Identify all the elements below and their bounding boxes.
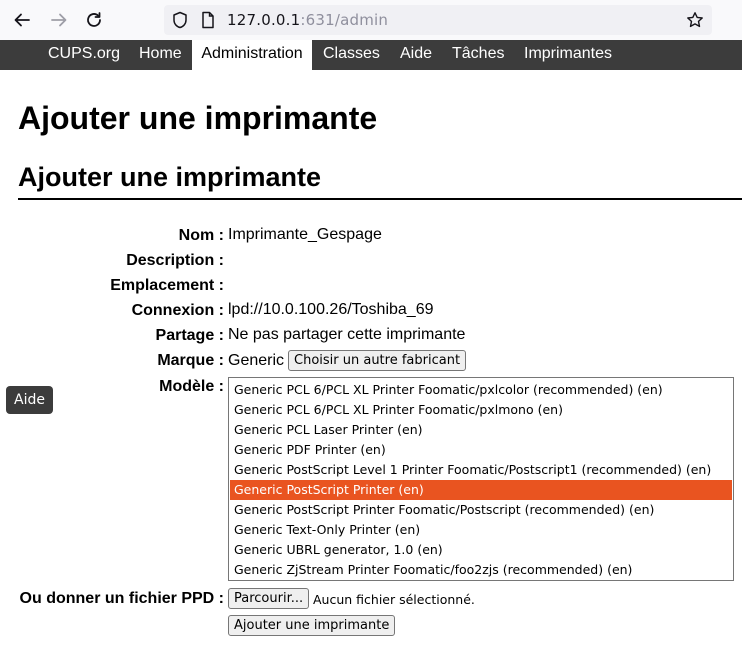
model-option[interactable]: Generic PostScript Level 1 Printer Fooma…: [230, 460, 732, 480]
make-label: Marque :: [157, 352, 224, 369]
nav-classes[interactable]: Classes: [323, 40, 380, 70]
nav-imprimantes[interactable]: Imprimantes: [524, 40, 612, 70]
nav-cups-org[interactable]: CUPS.org: [48, 40, 120, 70]
heading-divider: [18, 198, 742, 200]
back-arrow-icon[interactable]: [10, 8, 34, 32]
model-option[interactable]: Generic Text-Only Printer (en): [230, 520, 732, 540]
nav-taches[interactable]: Tâches: [452, 40, 504, 70]
url-bar[interactable]: 127.0.0.1:631/admin: [164, 5, 712, 35]
page-icon[interactable]: [201, 11, 215, 34]
model-option[interactable]: Generic ZjStream Printer Foomatic/foo2zj…: [230, 560, 732, 580]
location-label: Emplacement :: [110, 277, 224, 294]
section-title: Ajouter une imprimante: [18, 162, 322, 192]
name-value: Imprimante_Gespage: [228, 226, 382, 243]
model-select-list[interactable]: Generic PCL 6/PCL XL Printer Foomatic/px…: [228, 377, 734, 581]
browse-button[interactable]: Parcourir...: [228, 588, 310, 609]
url-text[interactable]: 127.0.0.1:631/admin: [227, 11, 388, 29]
name-label: Nom :: [178, 227, 224, 244]
sharing-label: Partage :: [155, 327, 224, 344]
ppd-label: Ou donner un fichier PPD :: [19, 590, 224, 607]
model-option[interactable]: Generic PCL Laser Printer (en): [230, 420, 732, 440]
model-option-selected[interactable]: Generic PostScript Printer (en): [230, 480, 732, 500]
model-option[interactable]: Generic PDF Printer (en): [230, 440, 732, 460]
make-value: Generic: [228, 352, 285, 369]
browser-toolbar: 127.0.0.1:631/admin: [0, 0, 742, 40]
forward-arrow-icon[interactable]: [47, 8, 71, 32]
connection-value: lpd://10.0.100.26/Toshiba_69: [228, 301, 434, 318]
model-option[interactable]: Generic UBRL generator, 1.0 (en): [230, 540, 732, 560]
sharing-value: Ne pas partager cette imprimante: [228, 326, 466, 343]
page-title: Ajouter une imprimante: [18, 100, 378, 136]
nav-home[interactable]: Home: [139, 40, 182, 70]
model-label: Modèle :: [159, 378, 224, 395]
no-file-text: Aucun fichier sélectionné.: [313, 592, 475, 607]
shield-icon[interactable]: [172, 11, 188, 34]
bookmark-star-icon[interactable]: [686, 11, 704, 34]
model-option[interactable]: Generic PCL 6/PCL XL Printer Foomatic/px…: [230, 380, 732, 400]
model-option[interactable]: Generic PCL 6/PCL XL Printer Foomatic/px…: [230, 400, 732, 420]
nav-aide[interactable]: Aide: [400, 40, 432, 70]
model-option[interactable]: Generic PostScript Printer Foomatic/Post…: [230, 500, 732, 520]
connection-label: Connexion :: [131, 302, 224, 319]
add-printer-button[interactable]: Ajouter une imprimante: [228, 615, 396, 636]
description-label: Description :: [126, 252, 224, 269]
nav-administration[interactable]: Administration: [192, 40, 312, 70]
change-make-button[interactable]: Choisir un autre fabricant: [288, 350, 467, 371]
help-tab[interactable]: Aide: [6, 386, 53, 414]
cups-nav-bar: CUPS.org Home Administration Classes Aid…: [0, 40, 742, 70]
reload-icon[interactable]: [82, 8, 106, 32]
